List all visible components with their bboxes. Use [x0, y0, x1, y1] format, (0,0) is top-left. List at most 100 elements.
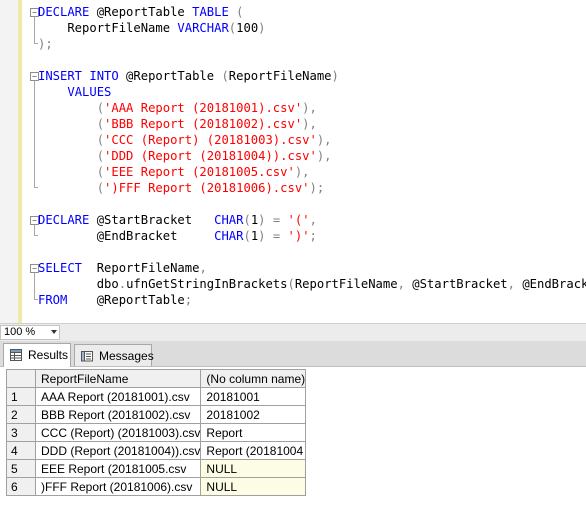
row-number[interactable]: 2 — [6, 405, 36, 424]
chevron-down-icon[interactable] — [51, 330, 57, 334]
grid-header-row: ReportFileName (No column name) — [6, 369, 307, 388]
code-token: ), — [302, 117, 317, 131]
code-line[interactable]: ('AAA Report (20181001).csv'), — [38, 100, 586, 116]
tab-messages[interactable]: Messages — [74, 344, 154, 366]
code-token: 'AAA Report (20181001).csv' — [104, 101, 303, 115]
code-token: CHAR — [214, 229, 244, 243]
row-number[interactable]: 6 — [6, 477, 36, 496]
code-line[interactable]: DECLARE @StartBracket CHAR(1) = '(', — [38, 212, 586, 228]
code-line[interactable]: ); — [38, 36, 586, 52]
outline-line — [34, 225, 35, 235]
tab-messages-label: Messages — [99, 349, 154, 363]
code-token: ( — [221, 69, 229, 83]
results-grid[interactable]: ReportFileName (No column name) 1 AAA Re… — [6, 369, 307, 496]
code-line[interactable]: ('EEE Report (20181005.csv'), — [38, 164, 586, 180]
grid-cell-value[interactable]: Report — [200, 423, 307, 442]
column-header-reportfilename[interactable]: ReportFileName — [34, 369, 202, 388]
grid-cell-reportfilename[interactable]: AAA Report (20181001).csv — [34, 387, 202, 406]
editor-gutter — [0, 0, 18, 323]
code-line[interactable] — [38, 196, 586, 212]
code-token: ufnGetStringInBrackets — [126, 277, 288, 291]
code-token: ( — [96, 101, 105, 115]
code-token: ( — [243, 229, 251, 243]
table-row[interactable]: 1 AAA Report (20181001).csv 20181001 — [6, 387, 307, 406]
grid-cell-reportfilename[interactable]: CCC (Report) (20181003).csv — [34, 423, 202, 442]
grid-cell-reportfilename[interactable]: )FFF Report (20181006).csv — [34, 477, 202, 496]
code-token: 100 — [236, 21, 259, 35]
grid-cell-value[interactable]: Report (20181004 — [200, 441, 307, 460]
code-line[interactable]: VALUES — [38, 84, 586, 100]
code-token: DECLARE — [38, 5, 90, 19]
code-token: VARCHAR — [177, 21, 229, 35]
code-token: ), — [294, 165, 310, 179]
table-row[interactable]: 5 EEE Report (20181005.csv NULL — [6, 459, 307, 478]
row-number[interactable]: 4 — [6, 441, 36, 460]
grid-icon — [10, 349, 22, 361]
zoom-value: 100 % — [4, 326, 36, 338]
code-token: ReportFileName — [228, 69, 332, 83]
code-token: @StartBracket — [89, 213, 215, 227]
grid-cell-reportfilename[interactable]: BBB Report (20181002).csv — [34, 405, 202, 424]
code-token: , — [199, 261, 207, 275]
code-line[interactable]: (')FFF Report (20181006).csv'); — [38, 180, 586, 196]
code-token: ), — [316, 149, 332, 163]
code-token: @ReportTable — [89, 5, 193, 19]
code-token: ( — [96, 149, 105, 163]
grid-cell-value[interactable]: NULL — [200, 459, 307, 478]
query-editor[interactable]: − − − − DECLARE @ReportTable TABLE ( Rep… — [0, 0, 586, 323]
code-token: 'DDD (Report (20181004)).csv' — [104, 149, 317, 163]
row-number[interactable]: 5 — [6, 459, 36, 478]
grid-cell-reportfilename[interactable]: EEE Report (20181005.csv — [34, 459, 202, 478]
code-token: ) — [258, 21, 266, 35]
zoom-dropdown[interactable]: 100 % — [0, 325, 60, 340]
sql-code[interactable]: DECLARE @ReportTable TABLE ( ReportFileN… — [38, 4, 586, 308]
grid-cell-reportfilename[interactable]: DDD (Report (20181004)).csv — [34, 441, 202, 460]
zoom-strip: 100 % — [0, 323, 586, 341]
grid-corner[interactable] — [6, 369, 36, 388]
code-line[interactable]: DECLARE @ReportTable TABLE ( — [38, 4, 586, 20]
code-line[interactable]: SELECT ReportFileName, — [38, 260, 586, 276]
code-line[interactable] — [38, 52, 586, 68]
table-row[interactable]: 4 DDD (Report (20181004)).csv Report (20… — [6, 441, 307, 460]
code-token: , — [507, 277, 515, 291]
column-header-no-column-name[interactable]: (No column name) — [200, 369, 307, 388]
code-token: @ReportTable — [118, 69, 222, 83]
code-token: DECLARE — [38, 213, 90, 227]
table-row[interactable]: 2 BBB Report (20181002).csv 20181002 — [6, 405, 307, 424]
code-line[interactable] — [38, 244, 586, 260]
code-token: ) — [331, 69, 339, 83]
code-line[interactable]: ('DDD (Report (20181004)).csv'), — [38, 148, 586, 164]
table-row[interactable]: 3 CCC (Report) (20181003).csv Report — [6, 423, 307, 442]
code-token: ( — [236, 5, 244, 19]
code-line[interactable]: FROM @ReportTable; — [38, 292, 586, 308]
code-token: ( — [96, 117, 105, 131]
code-line[interactable]: dbo.ufnGetStringInBrackets(ReportFileNam… — [38, 276, 586, 292]
code-line[interactable]: ('BBB Report (20181002).csv'), — [38, 116, 586, 132]
tab-results-label: Results — [28, 348, 69, 362]
grid-cell-value[interactable]: NULL — [200, 477, 307, 496]
results-tab-bar: Results Messages — [0, 341, 586, 367]
outline-line — [34, 81, 35, 187]
code-line[interactable]: INSERT INTO @ReportTable (ReportFileName… — [38, 68, 586, 84]
code-token: . — [118, 277, 127, 291]
code-token: ) — [258, 229, 266, 243]
code-token: 'EEE Report (20181005.csv' — [104, 165, 295, 179]
code-line[interactable]: @EndBracket CHAR(1) = ')'; — [38, 228, 586, 244]
grid-cell-value[interactable]: 20181002 — [200, 405, 307, 424]
code-token: ( — [96, 165, 105, 179]
code-token: ), — [316, 133, 332, 147]
row-number[interactable]: 1 — [6, 387, 36, 406]
outline-line — [34, 17, 35, 43]
table-row[interactable]: 6 )FFF Report (20181006).csv NULL — [6, 477, 307, 496]
row-number[interactable]: 3 — [6, 423, 36, 442]
code-line[interactable]: ('CCC (Report) (20181003).csv'), — [38, 132, 586, 148]
tab-results[interactable]: Results — [3, 343, 71, 367]
code-token: '(' — [287, 213, 310, 227]
code-line[interactable]: ReportFileName VARCHAR(100) — [38, 20, 586, 36]
grid-cell-value[interactable]: 20181001 — [200, 387, 307, 406]
